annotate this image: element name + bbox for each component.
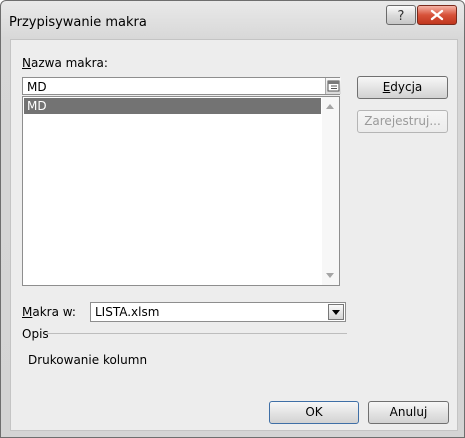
dialog-window: Przypisywanie makra ? Nazwa makra: MD MD…	[0, 0, 465, 438]
window-title: Przypisywanie makra	[9, 15, 147, 30]
list-item[interactable]: MD	[24, 98, 321, 114]
svg-text:?: ?	[398, 9, 405, 24]
macro-name-input[interactable]: MD	[22, 77, 341, 95]
scroll-down-icon[interactable]	[326, 273, 334, 278]
macro-name-value: MD	[27, 80, 47, 94]
edit-button[interactable]: Edycja	[357, 76, 448, 99]
range-collapse-icon	[327, 80, 340, 92]
ok-button[interactable]: OK	[269, 401, 359, 424]
help-button[interactable]: ?	[386, 5, 416, 25]
chevron-down-icon	[332, 310, 340, 315]
close-x-icon	[430, 9, 444, 21]
title-bar[interactable]: Przypisywanie makra ?	[1, 1, 464, 37]
scroll-up-icon[interactable]	[326, 104, 334, 109]
cancel-button[interactable]: Anuluj	[368, 401, 449, 424]
list-scrollbar[interactable]	[322, 97, 339, 285]
macros-in-label: Makra w:	[22, 305, 76, 319]
description-text: Drukowanie kolumn	[28, 353, 148, 367]
record-button[interactable]: Zarejestruj...	[357, 110, 448, 133]
list-item-label: MD	[27, 99, 47, 113]
description-divider	[47, 333, 347, 334]
macros-in-select[interactable]: LISTA.xlsm	[90, 302, 346, 322]
range-collapse-button[interactable]	[325, 78, 341, 94]
macros-in-value: LISTA.xlsm	[95, 305, 160, 319]
dropdown-button[interactable]	[328, 304, 344, 320]
macro-name-label: Nazwa makra:	[22, 56, 108, 70]
close-button[interactable]	[417, 5, 457, 25]
macro-listbox[interactable]: MD	[22, 96, 340, 286]
question-mark-icon: ?	[398, 9, 405, 24]
dialog-body: Nazwa makra: MD MD Edycja Zarejestruj...…	[10, 39, 458, 431]
description-label: Opis	[22, 327, 49, 341]
